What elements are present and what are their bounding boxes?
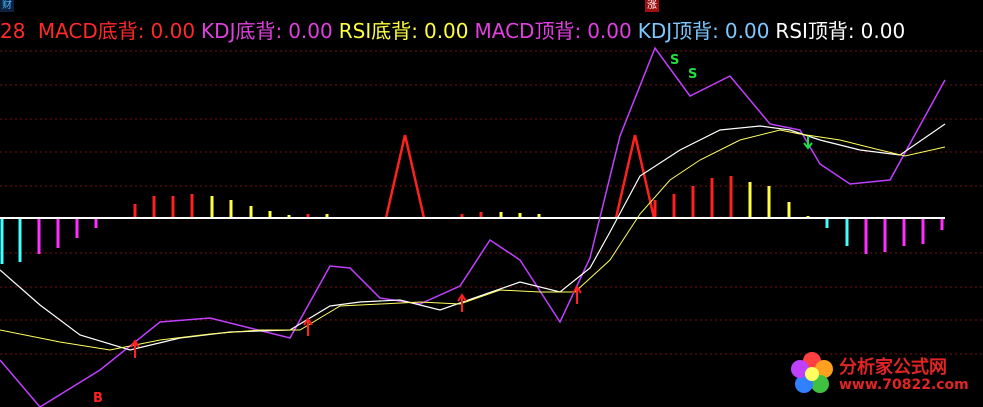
- top-right-tag: 涨: [645, 0, 659, 12]
- logo-text: 分析家公式网: [839, 357, 947, 378]
- header-label-1: KDJ底背:: [201, 19, 283, 43]
- header-label-3: MACD顶背:: [474, 19, 582, 43]
- header-value-1: 0.00: [288, 19, 333, 43]
- header-value-0: 0.00: [150, 19, 196, 43]
- header-value-3: 0.00: [587, 19, 632, 43]
- header-label-5: RSI顶背:: [775, 19, 855, 43]
- spike-mark: [384, 134, 426, 219]
- header-label-0: MACD底背:: [37, 19, 145, 43]
- header-value-2: 0.00: [423, 19, 469, 43]
- buy-signal-label: B: [93, 391, 103, 406]
- logo-url: www.70822.com: [839, 377, 969, 393]
- header-value-5: 0.00: [860, 19, 906, 43]
- j-line: [0, 129, 946, 351]
- indicator-panel[interactable]: SSB 财 涨 28 MACD底背: 0.00 KDJ底背: 0.00 RSI底背: 0.…: [0, 0, 983, 407]
- sell-signal-label: S: [688, 67, 697, 82]
- sell-signal-label: S: [670, 53, 679, 68]
- spike-mark: [614, 134, 656, 219]
- d-line: [0, 123, 946, 351]
- site-logo: 分析家公式网 www.70822.com: [787, 349, 977, 401]
- header-label-4: KDJ顶背:: [637, 19, 719, 43]
- header-prefix: 28: [0, 19, 26, 43]
- indicator-header: 28 MACD底背: 0.00 KDJ底背: 0.00 RSI底背: 0.00 MACD顶背…: [0, 16, 905, 46]
- macd-kdj-chart[interactable]: SS B: [0, 0, 983, 407]
- buy-arrow-icon: [572, 285, 582, 304]
- top-left-tag: 财: [0, 0, 14, 12]
- flower-logo-icon: [791, 352, 833, 393]
- buy-arrow-icon: [303, 317, 313, 336]
- header-label-2: RSI底背:: [338, 19, 418, 43]
- header-value-4: 0.00: [724, 19, 770, 43]
